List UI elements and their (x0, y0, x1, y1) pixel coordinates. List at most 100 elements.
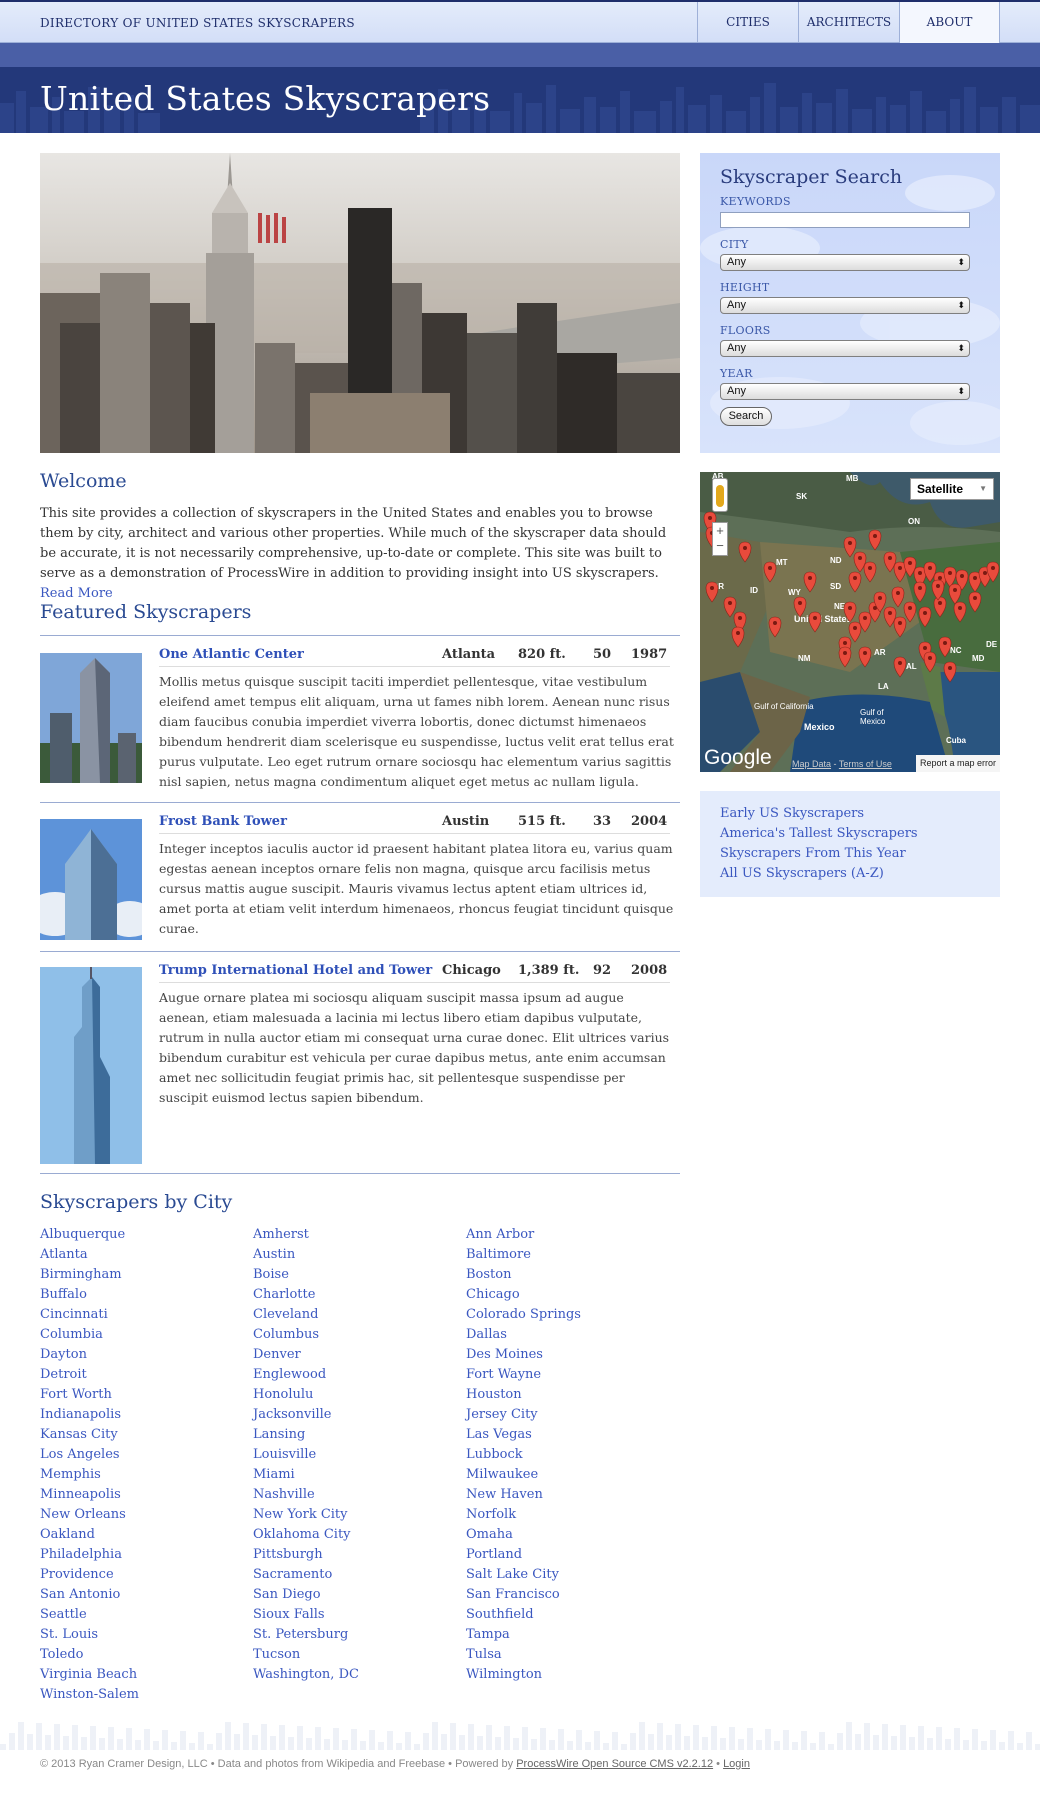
city-link[interactable]: Winston-Salem (40, 1685, 253, 1705)
city-link[interactable]: Birmingham (40, 1265, 253, 1285)
city-link[interactable]: Toledo (40, 1645, 253, 1665)
map-pin-icon[interactable] (933, 596, 947, 618)
city-link[interactable]: Omaha (466, 1525, 679, 1545)
city-link[interactable]: Denver (253, 1345, 466, 1365)
city-link[interactable]: Tucson (253, 1645, 466, 1665)
skyscraper-name-link[interactable]: Frost Bank Tower (159, 814, 287, 829)
zoom-out-button[interactable]: − (713, 538, 727, 553)
city-link[interactable]: Honolulu (253, 1385, 466, 1405)
map-pin-icon[interactable] (893, 656, 907, 678)
city-link[interactable]: Boston (466, 1265, 679, 1285)
map-pin-icon[interactable] (731, 626, 745, 648)
floors-select[interactable]: Any ⬍ (720, 340, 970, 357)
city-link[interactable]: St. Petersburg (253, 1625, 466, 1645)
city-link[interactable]: Norfolk (466, 1505, 679, 1525)
city-link[interactable]: Oakland (40, 1525, 253, 1545)
city-link[interactable]: Pittsburgh (253, 1545, 466, 1565)
city-link[interactable]: Virginia Beach (40, 1665, 253, 1685)
city-link[interactable]: San Francisco (466, 1585, 679, 1605)
link-early-skyscrapers[interactable]: Early US Skyscrapers (720, 804, 980, 824)
link-tallest-skyscrapers[interactable]: America's Tallest Skyscrapers (720, 824, 980, 844)
city-link[interactable]: Columbus (253, 1325, 466, 1345)
map-pin-icon[interactable] (848, 571, 862, 593)
nav-cities[interactable]: CITIES (697, 2, 798, 43)
skyscraper-name-link[interactable]: Trump International Hotel and Tower (159, 963, 432, 978)
city-link[interactable]: Dallas (466, 1325, 679, 1345)
city-link[interactable]: Memphis (40, 1465, 253, 1485)
map-pin-icon[interactable] (763, 561, 777, 583)
city-link[interactable]: New Orleans (40, 1505, 253, 1525)
city-link[interactable]: Chicago (466, 1285, 679, 1305)
terms-link[interactable]: Terms of Use (839, 759, 892, 769)
city-link[interactable]: Cleveland (253, 1305, 466, 1325)
map-pin-icon[interactable] (943, 661, 957, 683)
nav-about[interactable]: ABOUT (899, 2, 1000, 43)
city-link[interactable]: Ann Arbor (466, 1225, 679, 1245)
keywords-input[interactable] (720, 212, 970, 228)
map-pin-icon[interactable] (843, 536, 857, 558)
map-data-link[interactable]: Map Data (792, 759, 831, 769)
zoom-in-button[interactable]: + (713, 523, 727, 538)
city-link[interactable]: Seattle (40, 1605, 253, 1625)
skyscraper-thumbnail[interactable] (40, 967, 142, 1164)
city-link[interactable]: Dayton (40, 1345, 253, 1365)
city-link[interactable]: Kansas City (40, 1425, 253, 1445)
map-pin-icon[interactable] (868, 529, 882, 551)
city-link[interactable]: Columbia (40, 1325, 253, 1345)
map-pin-icon[interactable] (893, 616, 907, 638)
city-link[interactable]: Milwaukee (466, 1465, 679, 1485)
search-button[interactable]: Search (720, 407, 772, 426)
city-link[interactable]: Jacksonville (253, 1405, 466, 1425)
skyscraper-thumbnail[interactable] (40, 653, 142, 783)
link-this-year[interactable]: Skyscrapers From This Year (720, 844, 980, 864)
map-pin-icon[interactable] (968, 591, 982, 613)
city-link[interactable]: Detroit (40, 1365, 253, 1385)
map-pin-icon[interactable] (948, 583, 962, 605)
map-pin-icon[interactable] (923, 651, 937, 673)
city-link[interactable]: Charlotte (253, 1285, 466, 1305)
map-pin-icon[interactable] (918, 606, 932, 628)
city-link[interactable]: San Antonio (40, 1585, 253, 1605)
map-pin-icon[interactable] (843, 601, 857, 623)
link-all-skyscrapers[interactable]: All US Skyscrapers (A-Z) (720, 864, 980, 884)
city-link[interactable]: Cincinnati (40, 1305, 253, 1325)
city-link[interactable]: Miami (253, 1465, 466, 1485)
city-select[interactable]: Any ⬍ (720, 254, 970, 271)
city-link[interactable]: Los Angeles (40, 1445, 253, 1465)
city-link[interactable]: Houston (466, 1385, 679, 1405)
city-link[interactable]: Tulsa (466, 1645, 679, 1665)
city-link[interactable]: Philadelphia (40, 1545, 253, 1565)
height-select[interactable]: Any ⬍ (720, 297, 970, 314)
processwire-link[interactable]: ProcessWire Open Source CMS v2.2.12 (516, 1758, 713, 1770)
nav-architects[interactable]: ARCHITECTS (798, 2, 899, 43)
city-link[interactable]: Englewood (253, 1365, 466, 1385)
city-link[interactable]: Louisville (253, 1445, 466, 1465)
city-link[interactable]: Oklahoma City (253, 1525, 466, 1545)
city-link[interactable]: Tampa (466, 1625, 679, 1645)
city-link[interactable]: Salt Lake City (466, 1565, 679, 1585)
city-link[interactable]: Providence (40, 1565, 253, 1585)
city-link[interactable]: Southfield (466, 1605, 679, 1625)
city-link[interactable]: Washington, DC (253, 1665, 466, 1685)
city-link[interactable]: Baltimore (466, 1245, 679, 1265)
city-link[interactable]: Lansing (253, 1425, 466, 1445)
city-link[interactable]: New York City (253, 1505, 466, 1525)
map-pin-icon[interactable] (913, 581, 927, 603)
city-link[interactable]: Buffalo (40, 1285, 253, 1305)
map-type-button[interactable]: Satellite ▼ (910, 478, 994, 500)
map-pin-icon[interactable] (808, 611, 822, 633)
street-view-pegman-icon[interactable] (712, 478, 728, 512)
site-name[interactable]: DIRECTORY OF UNITED STATES SKYSCRAPERS (40, 16, 355, 30)
map-pin-icon[interactable] (838, 646, 852, 668)
city-link[interactable]: Las Vegas (466, 1425, 679, 1445)
map-pin-icon[interactable] (705, 581, 719, 603)
report-map-error-link[interactable]: Report a map error (915, 755, 1000, 772)
map-pin-icon[interactable] (848, 621, 862, 643)
read-more-link[interactable]: Read More (40, 586, 113, 601)
skyscraper-map[interactable]: AB MB SK ON MT ND OR ID WY SD NE United … (700, 472, 1000, 772)
map-pin-icon[interactable] (793, 596, 807, 618)
city-link[interactable]: Des Moines (466, 1345, 679, 1365)
city-link[interactable]: Albuquerque (40, 1225, 253, 1245)
city-link[interactable]: Colorado Springs (466, 1305, 679, 1325)
map-pin-icon[interactable] (723, 596, 737, 618)
